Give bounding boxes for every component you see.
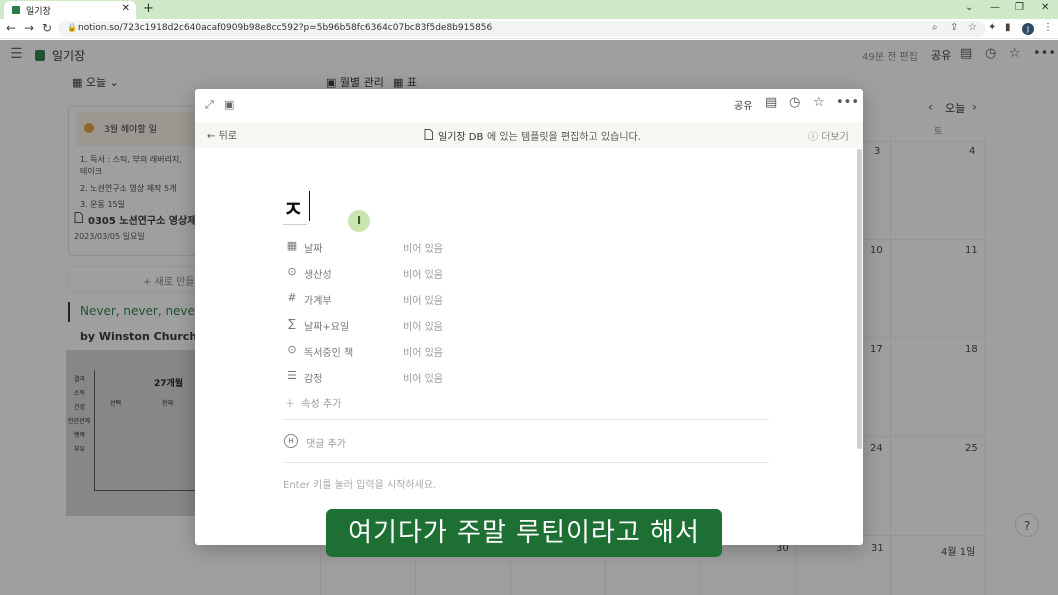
url-text: notion.so/723c1918d2c640acaf0909b98e8cc5… [78,23,493,33]
document-icon [424,129,433,140]
back-arrow-icon[interactable]: ← [6,21,16,35]
more-button[interactable]: ⓘ 더보기 [808,128,849,143]
template-db-link[interactable]: 일기장 DB [438,128,483,143]
modal-share-button[interactable]: 공유 [734,97,752,112]
page-title-input[interactable]: ㅈ [283,192,308,225]
profile-avatar[interactable]: J [1022,23,1034,35]
body-placeholder[interactable]: Enter 키를 눌러 입력을 시작하세요. [283,476,436,491]
reload-icon[interactable]: ↻ [42,21,52,35]
property-row[interactable]: ☰ 감정 비어 있음 [285,369,585,389]
close-tab-icon[interactable]: ✕ [122,3,130,14]
property-name: 생산성 [304,270,332,281]
notion-page-icon [12,6,20,14]
add-property-label: 속성 추가 [301,399,342,410]
template-banner: ← 뒤로 일기장 DB 에 있는 템플릿을 편집하고 있습니다. ⓘ 더보기 [195,122,863,148]
select-icon: ⊙ [287,265,297,278]
forward-arrow-icon[interactable]: → [24,21,34,35]
browser-tabbar: 일기장 ✕ + ⌄ — ❐ ✕ [0,0,1058,19]
select-icon: ⊙ [287,343,297,356]
property-name: 날짜+요일 [304,322,350,333]
property-name: 가계부 [304,296,332,307]
divider [283,462,769,463]
side-peek-icon[interactable]: ▣ [224,98,234,111]
restore-icon[interactable]: ❐ [1015,2,1024,13]
plus-icon: ＋ [285,399,295,410]
more-options-icon[interactable]: ••• [836,95,859,110]
bookmark-star-icon[interactable]: ☆ [968,22,977,33]
property-value[interactable]: 비어 있음 [403,318,443,333]
expand-icon[interactable]: ⤢ [205,98,214,112]
text-caret [309,191,310,221]
browser-tab[interactable]: 일기장 ✕ [4,1,136,19]
browser-toolbar: ← → ↻ 🔒 notion.so/723c1918d2c640acaf0909… [0,19,1058,39]
lock-icon: 🔒 [67,23,77,32]
new-tab-icon[interactable]: + [143,1,154,16]
more-label: 더보기 [821,132,849,143]
divider [283,419,769,420]
property-row[interactable]: ⊙ 생산성 비어 있음 [285,265,585,285]
close-window-icon[interactable]: ✕ [1041,2,1049,13]
property-value[interactable]: 비어 있음 [403,292,443,307]
minimize-icon[interactable]: — [990,2,1000,13]
number-icon: # [287,291,297,304]
sidepanel-icon[interactable]: ▮ [1005,22,1011,33]
browser-menu-icon[interactable]: ⋮ [1043,22,1053,33]
property-name: 날짜 [304,244,323,255]
property-name: 감정 [304,374,323,385]
template-modal: ⤢ ▣ 공유 ▤ ◷ ☆ ••• ← 뒤로 일기장 DB 에 있는 템플릿을 편… [195,89,863,545]
back-button[interactable]: ← 뒤로 [207,127,237,142]
zoom-icon[interactable]: ⌕ [932,22,938,33]
calendar-icon: ▦ [286,239,298,252]
property-value[interactable]: 비어 있음 [403,370,443,385]
share-page-icon[interactable]: ⇪ [950,22,958,33]
property-value[interactable]: 비어 있음 [403,266,443,281]
add-property-button[interactable]: ＋ 속성 추가 [285,395,341,410]
scrollbar[interactable] [857,149,862,449]
formula-icon: ∑ [288,317,296,330]
extensions-icon[interactable]: ✦ [988,22,996,33]
chevron-down-icon[interactable]: ⌄ [965,2,973,13]
address-bar[interactable]: 🔒 notion.so/723c1918d2c640acaf0909b98e8c… [58,21,986,37]
property-row[interactable]: ▦ 날짜 비어 있음 [285,239,585,259]
favorite-star-icon[interactable]: ☆ [813,95,825,110]
property-value[interactable]: 비어 있음 [403,240,443,255]
tab-title: 일기장 [26,7,51,17]
comment-avatar-icon: H [284,434,298,448]
text-cursor-icon: I [348,210,370,232]
add-comment-input[interactable]: 댓글 추가 [306,435,346,450]
template-message: 에 있는 템플릿을 편집하고 있습니다. [487,132,641,143]
history-icon[interactable]: ◷ [789,95,800,110]
property-row[interactable]: # 가계부 비어 있음 [285,291,585,311]
list-icon: ☰ [287,369,297,382]
video-subtitle: 여기다가 주말 루틴이라고 해서 [326,509,722,557]
property-row[interactable]: ∑ 날짜+요일 비어 있음 [285,317,585,337]
back-label: 뒤로 [218,131,237,142]
property-name: 독서중인 책 [304,348,354,359]
property-value[interactable]: 비어 있음 [403,344,443,359]
property-row[interactable]: ⊙ 독서중인 책 비어 있음 [285,343,585,363]
comment-icon[interactable]: ▤ [765,95,777,110]
